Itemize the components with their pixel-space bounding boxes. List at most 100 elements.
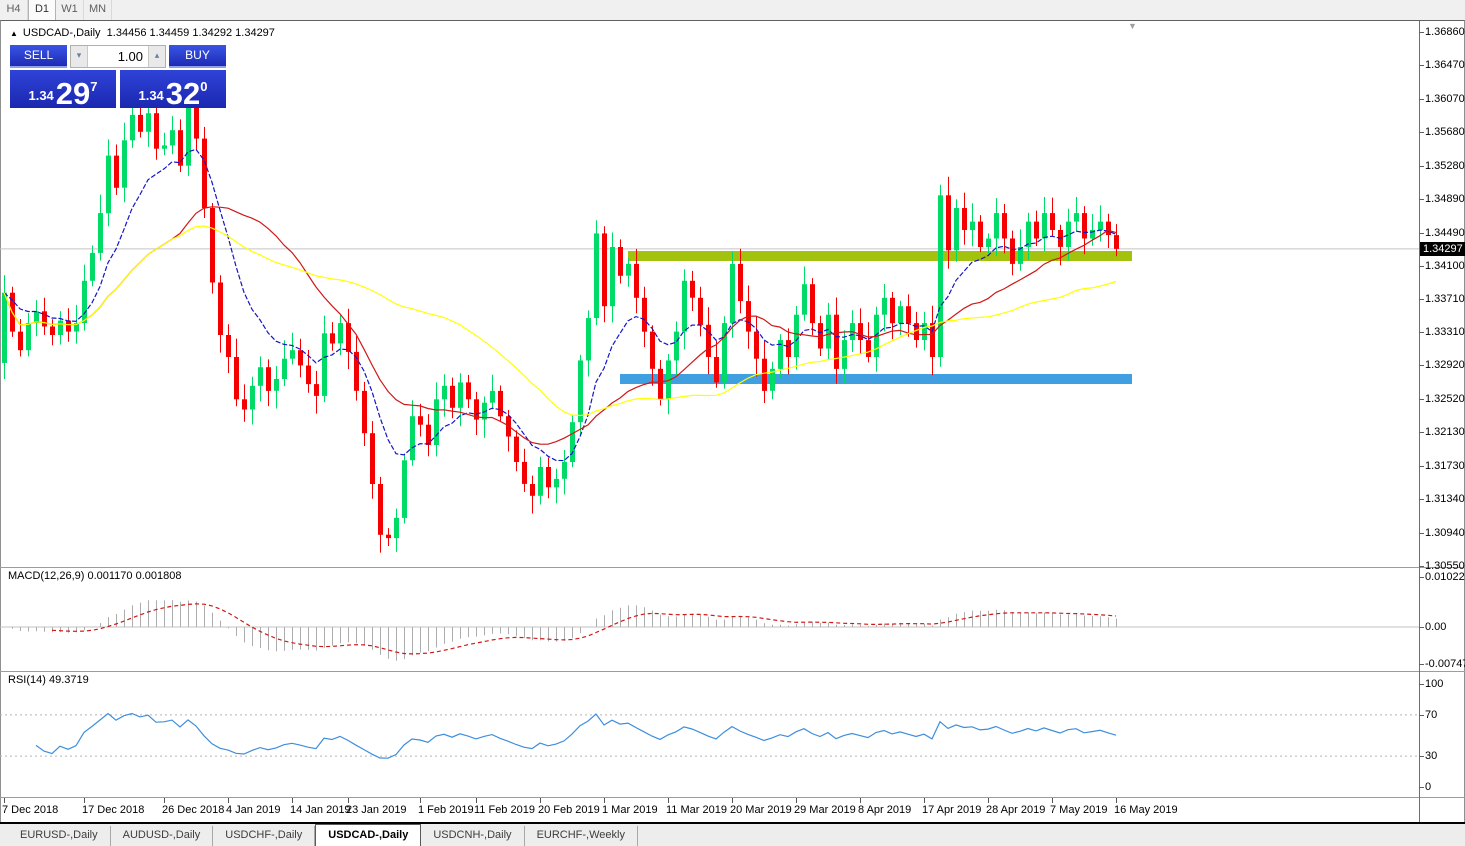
candle-up[interactable] bbox=[146, 113, 151, 132]
candle-down[interactable] bbox=[1034, 222, 1039, 239]
chart-tab-usdchf[interactable]: USDCHF-,Daily bbox=[213, 826, 315, 846]
candle-up[interactable] bbox=[98, 213, 103, 253]
support-band[interactable] bbox=[620, 374, 1132, 384]
candle-up[interactable] bbox=[1074, 213, 1079, 222]
candle-down[interactable] bbox=[858, 323, 863, 340]
sell-price-tile[interactable]: 1.34 29 7 bbox=[10, 70, 116, 108]
candle-down[interactable] bbox=[114, 156, 119, 188]
candle-down[interactable] bbox=[306, 366, 311, 385]
candle-up[interactable] bbox=[106, 156, 111, 214]
candle-down[interactable] bbox=[18, 332, 23, 351]
candle-up[interactable] bbox=[90, 253, 95, 281]
candle-down[interactable] bbox=[522, 462, 527, 484]
candle-down[interactable] bbox=[418, 416, 423, 425]
volume-decrease-icon[interactable]: ▾ bbox=[71, 46, 88, 67]
candle-up[interactable] bbox=[1026, 222, 1031, 247]
candle-up[interactable] bbox=[954, 208, 959, 250]
candle-up[interactable] bbox=[626, 264, 631, 276]
candle-up[interactable] bbox=[538, 467, 543, 496]
candle-up[interactable] bbox=[186, 103, 191, 166]
candle-down[interactable] bbox=[362, 391, 367, 433]
candle-up[interactable] bbox=[130, 115, 135, 140]
chart-tab-usdcnh[interactable]: USDCNH-,Daily bbox=[421, 826, 524, 846]
candle-down[interactable] bbox=[546, 467, 551, 487]
candle-up[interactable] bbox=[610, 247, 615, 306]
candle-up[interactable] bbox=[282, 359, 287, 379]
candle-up[interactable] bbox=[82, 281, 87, 323]
candle-up[interactable] bbox=[554, 479, 559, 488]
candle-down[interactable] bbox=[154, 113, 159, 149]
candle-up[interactable] bbox=[490, 391, 495, 403]
candle-down[interactable] bbox=[66, 321, 71, 332]
candle-down[interactable] bbox=[50, 327, 55, 336]
candle-up[interactable] bbox=[970, 222, 975, 231]
volume-increase-icon[interactable]: ▴ bbox=[148, 46, 165, 67]
candle-down[interactable] bbox=[962, 208, 967, 230]
candle-down[interactable] bbox=[658, 369, 663, 400]
candle-down[interactable] bbox=[698, 298, 703, 325]
candle-up[interactable] bbox=[322, 333, 327, 396]
candle-down[interactable] bbox=[450, 386, 455, 408]
candle-down[interactable] bbox=[242, 399, 247, 409]
candle-up[interactable] bbox=[162, 145, 167, 148]
candle-down[interactable] bbox=[690, 281, 695, 298]
candle-down[interactable] bbox=[738, 264, 743, 301]
candle-down[interactable] bbox=[1114, 235, 1119, 249]
candle-up[interactable] bbox=[882, 298, 887, 315]
candle-up[interactable] bbox=[442, 386, 447, 400]
candle-down[interactable] bbox=[1002, 213, 1007, 238]
candle-down[interactable] bbox=[266, 367, 271, 391]
candle-up[interactable] bbox=[258, 367, 263, 386]
candle-down[interactable] bbox=[370, 433, 375, 484]
candle-down[interactable] bbox=[754, 332, 759, 359]
volume-input[interactable] bbox=[88, 46, 148, 67]
candle-up[interactable] bbox=[674, 332, 679, 361]
candle-up[interactable] bbox=[730, 264, 735, 323]
candle-up[interactable] bbox=[898, 306, 903, 323]
candle-down[interactable] bbox=[714, 357, 719, 382]
candle-down[interactable] bbox=[1050, 213, 1055, 230]
candle-down[interactable] bbox=[378, 484, 383, 535]
candle-down[interactable] bbox=[1010, 239, 1015, 264]
candle-down[interactable] bbox=[386, 535, 391, 538]
candle-down[interactable] bbox=[466, 382, 471, 399]
candle-up[interactable] bbox=[394, 518, 399, 538]
candle-up[interactable] bbox=[170, 130, 175, 145]
candle-up[interactable] bbox=[594, 233, 599, 318]
candle-down[interactable] bbox=[650, 332, 655, 369]
candle-up[interactable] bbox=[434, 399, 439, 445]
candle-down[interactable] bbox=[1082, 213, 1087, 238]
candle-down[interactable] bbox=[210, 208, 215, 283]
chart-tab-eurusd[interactable]: EURUSD-,Daily bbox=[8, 826, 111, 846]
candle-up[interactable] bbox=[290, 350, 295, 359]
candle-down[interactable] bbox=[138, 115, 143, 132]
candle-up[interactable] bbox=[794, 315, 799, 357]
chart-tab-usdcad[interactable]: USDCAD-,Daily bbox=[315, 824, 421, 846]
collapse-icon[interactable]: ▲ bbox=[10, 29, 18, 38]
candle-up[interactable] bbox=[682, 281, 687, 332]
pane-separator-macd[interactable] bbox=[0, 567, 1465, 568]
sell-button[interactable]: SELL bbox=[10, 45, 67, 68]
candle-up[interactable] bbox=[722, 323, 727, 382]
candle-down[interactable] bbox=[946, 195, 951, 250]
candle-up[interactable] bbox=[986, 239, 991, 248]
candle-up[interactable] bbox=[802, 284, 807, 315]
candle-down[interactable] bbox=[866, 340, 871, 357]
candle-down[interactable] bbox=[218, 283, 223, 336]
candle-up[interactable] bbox=[570, 422, 575, 462]
chart-tab-eurchf[interactable]: EURCHF-,Weekly bbox=[525, 826, 638, 846]
candle-down[interactable] bbox=[514, 437, 519, 462]
candle-down[interactable] bbox=[314, 384, 319, 396]
candle-up[interactable] bbox=[122, 140, 127, 187]
candle-up[interactable] bbox=[338, 323, 343, 343]
candle-down[interactable] bbox=[634, 264, 639, 298]
candle-down[interactable] bbox=[202, 139, 207, 208]
candle-up[interactable] bbox=[410, 416, 415, 460]
candle-down[interactable] bbox=[618, 247, 623, 276]
candle-down[interactable] bbox=[530, 484, 535, 496]
candle-up[interactable] bbox=[2, 293, 7, 363]
candle-up[interactable] bbox=[842, 340, 847, 369]
candle-down[interactable] bbox=[834, 315, 839, 369]
candle-down[interactable] bbox=[498, 391, 503, 416]
candle-up[interactable] bbox=[26, 323, 31, 350]
